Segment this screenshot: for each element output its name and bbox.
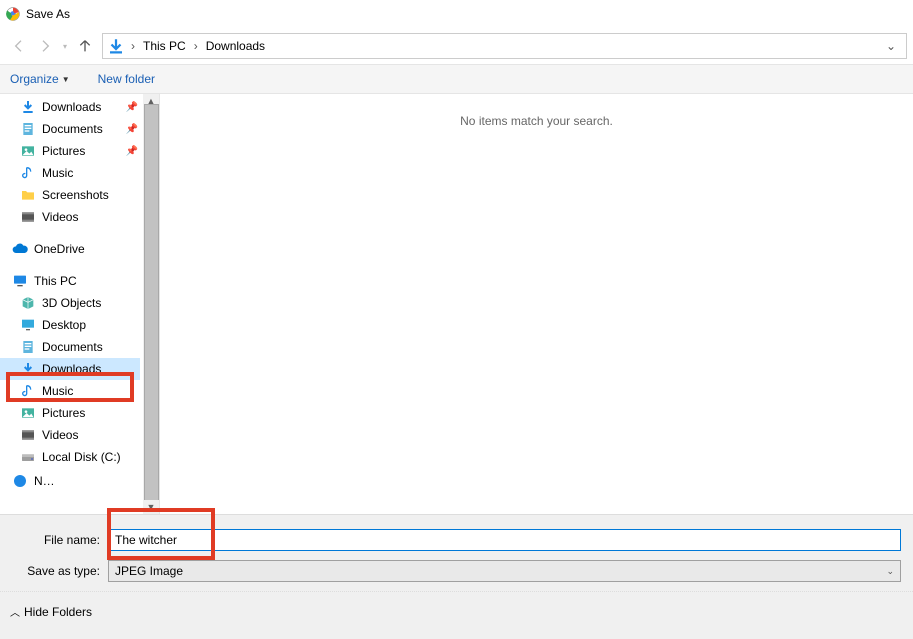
tree-label: 3D Objects (42, 296, 101, 310)
tree-label: Downloads (42, 362, 101, 376)
tree-label: Desktop (42, 318, 86, 332)
tree-label: Videos (42, 428, 78, 442)
tree-label: Music (42, 166, 73, 180)
breadcrumb-thispc[interactable]: This PC (137, 36, 192, 56)
tree-item[interactable]: Music (0, 380, 140, 402)
chrome-icon (6, 7, 20, 21)
scroll-thumb[interactable] (144, 104, 159, 504)
tree-scrollbar[interactable]: ▲ ▼ (143, 94, 159, 514)
music-icon (20, 383, 36, 399)
recent-dropdown[interactable]: ▾ (58, 33, 72, 59)
bottom-pane: File name: Save as type: JPEG Image ⌄ ︿ … (0, 514, 913, 639)
tree-label: Screenshots (42, 188, 109, 202)
video-icon (20, 209, 36, 225)
network-icon (12, 474, 28, 488)
hide-folders-button[interactable]: ︿ Hide Folders (10, 604, 92, 619)
chevron-down-icon: ▼ (62, 75, 70, 84)
tree-label: Downloads (42, 100, 101, 114)
cube-icon (20, 295, 36, 311)
pin-icon: 📌 (126, 146, 138, 157)
monitor-icon (12, 273, 28, 289)
savetype-value: JPEG Image (115, 564, 183, 578)
pictures-icon (20, 143, 36, 159)
music-icon (20, 165, 36, 181)
tree-item[interactable]: Desktop (0, 314, 140, 336)
tree-label: Pictures (42, 406, 85, 420)
tree-item[interactable]: Screenshots (0, 184, 140, 206)
navigation-tree[interactable]: Downloads 📌 Documents 📌 Pictures 📌 Music Screen… (0, 94, 160, 514)
chevron-right-icon[interactable]: › (129, 39, 137, 53)
doc-icon (20, 121, 36, 137)
new-folder-button[interactable]: New folder (98, 72, 155, 86)
tree-item[interactable]: Music (0, 162, 140, 184)
address-dropdown-icon[interactable]: ⌄ (880, 39, 902, 53)
tree-item[interactable]: Documents 📌 (0, 118, 140, 140)
tree-item[interactable]: Local Disk (C:) (0, 446, 140, 468)
hide-folders-label: Hide Folders (24, 605, 92, 619)
tree-label: Music (42, 384, 73, 398)
filename-label: File name: (0, 533, 108, 547)
pictures-icon (20, 405, 36, 421)
up-button[interactable] (72, 33, 98, 59)
tree-label: Documents (42, 122, 103, 136)
desktop-icon (20, 317, 36, 333)
download-icon (20, 361, 36, 377)
chevron-up-icon: ︿ (10, 604, 20, 619)
tree-item[interactable]: Downloads 📌 (0, 96, 140, 118)
tree-network[interactable]: N… (0, 474, 140, 488)
chevron-right-icon[interactable]: › (192, 39, 200, 53)
back-button[interactable] (6, 33, 32, 59)
doc-icon (20, 339, 36, 355)
savetype-select[interactable]: JPEG Image ⌄ (108, 560, 901, 582)
cloud-icon (12, 241, 28, 257)
filename-input[interactable] (108, 529, 901, 551)
organize-menu[interactable]: Organize▼ (10, 72, 70, 86)
tree-thispc[interactable]: This PC (0, 270, 140, 292)
toolbar: Organize▼ New folder (0, 64, 913, 94)
download-icon (107, 37, 125, 55)
window-title: Save As (26, 7, 70, 21)
tree-item[interactable]: 3D Objects (0, 292, 140, 314)
address-bar[interactable]: › This PC › Downloads ⌄ (102, 33, 907, 59)
tree-label: Pictures (42, 144, 85, 158)
tree-item[interactable]: Pictures 📌 (0, 140, 140, 162)
savetype-label: Save as type: (0, 564, 108, 578)
tree-item[interactable]: Videos (0, 206, 140, 228)
breadcrumb-downloads[interactable]: Downloads (200, 36, 271, 56)
tree-item[interactable]: Pictures (0, 402, 140, 424)
pin-icon: 📌 (126, 124, 138, 135)
empty-message: No items match your search. (180, 114, 893, 128)
tree-label: OneDrive (34, 242, 85, 256)
tree-onedrive[interactable]: OneDrive (0, 238, 140, 260)
tree-item[interactable]: Videos (0, 424, 140, 446)
scroll-down-icon[interactable]: ▼ (143, 500, 159, 514)
tree-label: Documents (42, 340, 103, 354)
tree-label: Local Disk (C:) (42, 450, 121, 464)
tree-item[interactable]: Downloads (0, 358, 140, 380)
body: Downloads 📌 Documents 📌 Pictures 📌 Music Screen… (0, 94, 913, 514)
title-bar: Save As (0, 0, 913, 28)
chevron-down-icon: ⌄ (886, 566, 894, 577)
disk-icon (20, 449, 36, 465)
tree-label: Videos (42, 210, 78, 224)
tree-label: This PC (34, 274, 77, 288)
pin-icon: 📌 (126, 102, 138, 113)
tree-label: N… (34, 474, 55, 488)
nav-row: ▾ › This PC › Downloads ⌄ (0, 28, 913, 64)
video-icon (20, 427, 36, 443)
file-list: No items match your search. (160, 94, 913, 514)
forward-button[interactable] (32, 33, 58, 59)
tree-item[interactable]: Documents (0, 336, 140, 358)
download-icon (20, 99, 36, 115)
folder-icon (20, 187, 36, 203)
